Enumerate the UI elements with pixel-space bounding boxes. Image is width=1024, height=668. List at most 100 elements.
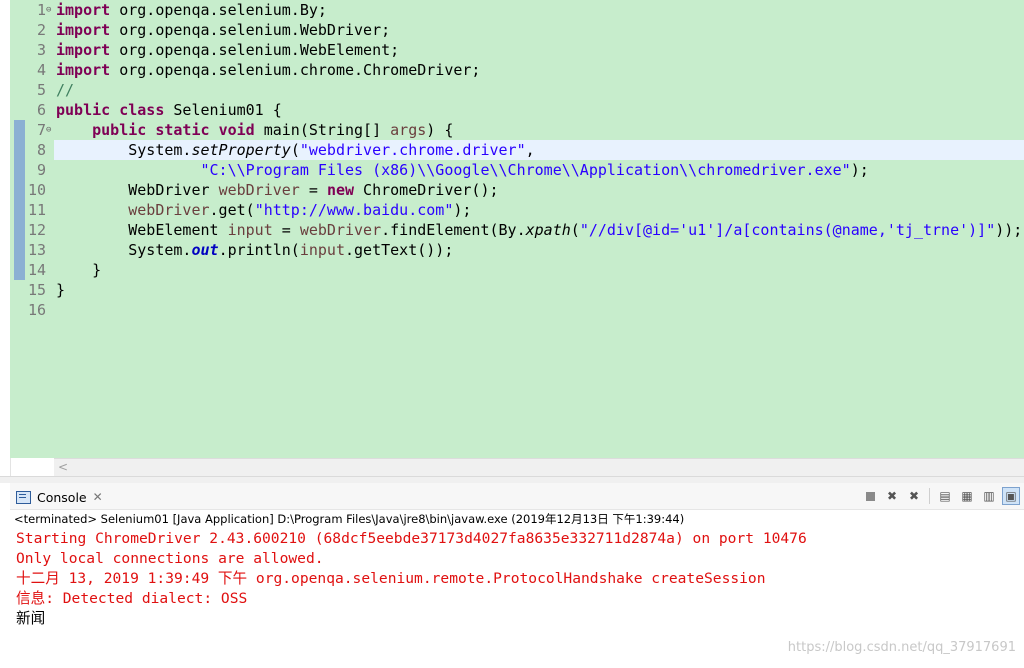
code-token: WebDriver	[56, 181, 219, 199]
code-token: webDriver	[128, 201, 210, 219]
code-line[interactable]: webDriver.get("http://www.baidu.com");	[54, 200, 1024, 220]
line-number: 2	[36, 21, 46, 39]
fold-toggle-icon[interactable]: ⊖	[46, 0, 54, 20]
line-number: 7	[36, 121, 46, 139]
code-token: import	[56, 41, 111, 59]
code-token: import	[56, 61, 111, 79]
horizontal-scrollbar[interactable]: <	[54, 458, 1024, 477]
code-line[interactable]: import org.openqa.selenium.By;	[54, 0, 1024, 20]
code-token: org.openqa.selenium.WebDriver;	[110, 21, 391, 39]
code-token: =	[299, 181, 327, 199]
code-token: ChromeDriver();	[354, 181, 499, 199]
code-token: input	[299, 241, 345, 259]
launch-status: <terminated> Selenium01 [Java Applicatio…	[14, 512, 685, 526]
code-token: out	[191, 241, 219, 259]
close-icon[interactable]: ✕	[93, 490, 103, 504]
code-editor[interactable]: 1 ⊖ 2 3 4 5 6 7 ⊖ 8 9 10 11 12 13 14 15 16 import org.ope…	[0, 0, 1024, 477]
line-number: 11	[27, 201, 46, 219]
code-line[interactable]: //	[54, 80, 1024, 100]
tab-console[interactable]: Console ✕	[16, 487, 103, 507]
line-number: 9	[36, 161, 46, 179]
code-token: import	[56, 21, 111, 39]
code-token: //	[56, 81, 75, 99]
fold-toggle-icon[interactable]: ⊖	[46, 120, 54, 140]
code-token: org.openqa.selenium.By;	[110, 1, 327, 19]
scroll-left-icon[interactable]: <	[58, 460, 68, 474]
code-token: "//div[@id='u1']/a[contains(@name,'tj_tr…	[579, 221, 996, 239]
code-line[interactable]: System.out.println(input.getText());	[54, 240, 1024, 260]
code-token: }	[56, 261, 102, 279]
console-tab-bar: Console ✕ ✖ ✖ ▤ ▦ ▥ ▣	[10, 483, 1024, 510]
remove-launch-icon[interactable]: ✖	[883, 487, 901, 505]
code-line[interactable]: WebElement input = webDriver.findElement…	[54, 220, 1024, 240]
line-number: 3	[36, 41, 46, 59]
code-token: "C:\\Program Files (x86)\\Google\\Chrome…	[200, 161, 851, 179]
code-token: .findElement(By.	[381, 221, 526, 239]
line-number: 14	[27, 261, 46, 279]
code-token: (	[290, 141, 300, 159]
console-output-line: Starting ChromeDriver 2.43.600210 (68dcf…	[16, 530, 807, 547]
console-icon	[16, 490, 31, 504]
code-line[interactable]: }	[54, 280, 1024, 300]
code-token: =	[272, 221, 300, 239]
console-output-line: Only local connections are allowed.	[16, 550, 324, 567]
code-line[interactable]: import org.openqa.selenium.chrome.Chrome…	[54, 60, 1024, 80]
code-line[interactable]: }	[54, 260, 1024, 280]
console-output-line: 信息: Detected dialect: OSS	[16, 590, 248, 607]
code-token: WebElement	[56, 221, 228, 239]
code-line[interactable]	[54, 300, 1024, 320]
code-token: ));	[995, 221, 1023, 239]
code-token: System.	[56, 241, 192, 259]
code-token: );	[453, 201, 472, 219]
code-token: new	[326, 181, 355, 199]
code-token: xpath	[525, 221, 571, 239]
code-token: void	[218, 121, 255, 139]
code-token: public	[92, 121, 147, 139]
code-token: input	[227, 221, 273, 239]
code-token: public	[56, 101, 111, 119]
code-text-area[interactable]: import org.openqa.selenium.By; import org…	[54, 0, 1024, 458]
line-number: 10	[27, 181, 46, 199]
code-token: );	[850, 161, 869, 179]
code-line[interactable]: WebDriver webDriver = new ChromeDriver()…	[54, 180, 1024, 200]
console-output-line: 新闻	[16, 610, 46, 627]
line-number: 5	[36, 81, 46, 99]
code-line[interactable]: public class Selenium01 {	[54, 100, 1024, 120]
scroll-lock-icon[interactable]: ▤	[936, 487, 954, 505]
console-output-line: 十二月 13, 2019 1:39:49 下午 org.openqa.selen…	[16, 570, 766, 587]
line-number: 1	[36, 1, 46, 19]
line-number: 15	[27, 281, 46, 299]
code-token: webDriver	[218, 181, 300, 199]
code-line[interactable]: import org.openqa.selenium.WebElement;	[54, 40, 1024, 60]
code-line[interactable]: import org.openqa.selenium.WebDriver;	[54, 20, 1024, 40]
code-token: ) {	[426, 121, 454, 139]
console-toolbar: ✖ ✖ ▤ ▦ ▥ ▣	[861, 487, 1020, 505]
code-token: .get(	[209, 201, 255, 219]
remove-all-terminated-icon[interactable]: ✖	[905, 487, 923, 505]
code-line[interactable]: "C:\\Program Files (x86)\\Google\\Chrome…	[54, 160, 1024, 180]
code-line-current[interactable]: System.setProperty("webdriver.chrome.dri…	[54, 140, 1024, 160]
code-token: "webdriver.chrome.driver"	[299, 141, 526, 159]
console-tab-label: Console	[37, 489, 87, 505]
terminate-icon[interactable]	[861, 487, 879, 505]
code-token: webDriver	[299, 221, 382, 239]
display-selected-console-icon[interactable]: ▣	[1002, 487, 1020, 505]
code-line[interactable]: public static void main(String[] args) {	[54, 120, 1024, 140]
line-number: 4	[36, 61, 46, 79]
code-token: .println(	[218, 241, 300, 259]
code-token: import	[56, 1, 111, 19]
code-token: static	[155, 121, 210, 139]
line-number: 8	[36, 141, 46, 159]
pin-console-icon[interactable]: ▦	[958, 487, 976, 505]
code-token: System.	[56, 141, 192, 159]
line-number: 12	[27, 221, 46, 239]
code-token: .getText());	[345, 241, 454, 259]
code-token: args	[390, 121, 427, 139]
word-wrap-icon[interactable]: ▥	[980, 487, 998, 505]
